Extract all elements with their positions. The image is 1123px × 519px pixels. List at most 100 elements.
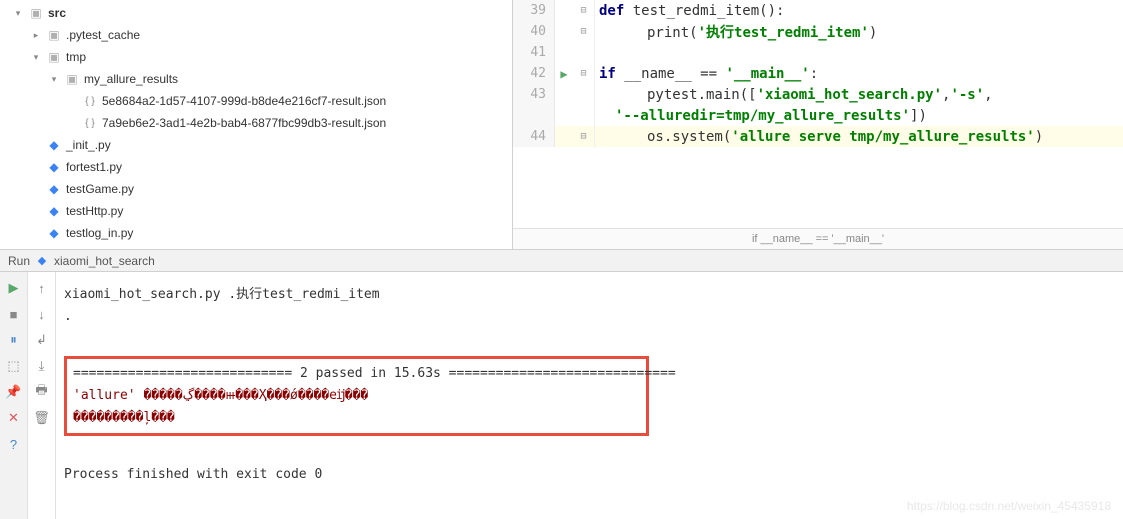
help-button[interactable]: ?: [4, 434, 24, 454]
tree-file-json[interactable]: { } 5e8684a2-1d57-4107-999d-b8de4e216cf7…: [0, 90, 512, 112]
keyword: if: [599, 66, 616, 82]
string: '-s': [950, 87, 984, 103]
line-number: 40: [513, 21, 555, 42]
code-line[interactable]: 39 ⊟ def test_redmi_item():: [513, 0, 1123, 21]
fold-icon[interactable]: ⊟: [573, 63, 595, 84]
tree-folder-allure-results[interactable]: ▾ ▣ my_allure_results: [0, 68, 512, 90]
folder-icon: ▣: [64, 71, 80, 87]
folder-icon: ▣: [28, 5, 44, 21]
project-tree[interactable]: ▾ ▣ src ▸ ▣ .pytest_cache ▾ ▣ tmp ▾ ▣ my…: [0, 0, 513, 249]
console-line: .: [64, 306, 1115, 328]
code-text: ,: [984, 87, 992, 103]
run-toolbar-right: ↑ ↓ ↲ ⤓ 🖶 🗑: [28, 272, 56, 519]
print-button[interactable]: 🖶: [32, 382, 52, 402]
string: '--alluredir=tmp/my_allure_results': [615, 108, 910, 124]
fold-icon[interactable]: ⊟: [573, 126, 595, 147]
code-line[interactable]: 43 pytest.main(['xiaomi_hot_search.py','…: [513, 84, 1123, 105]
run-config-name: xiaomi_hot_search: [54, 254, 155, 268]
python-file-icon: ◆: [46, 181, 62, 197]
tree-file-py[interactable]: ◆ _init_.py: [0, 134, 512, 156]
dump-button[interactable]: ⬚: [4, 356, 24, 376]
code-line[interactable]: '--alluredir=tmp/my_allure_results']): [513, 105, 1123, 126]
python-file-icon: ◆: [46, 247, 62, 249]
tree-label: _init_.py: [66, 138, 111, 152]
tree-label: 7a9eb6e2-3ad1-4e2b-bab4-6877fbc99db3-res…: [102, 116, 386, 130]
run-gutter-icon[interactable]: ▶: [560, 67, 567, 81]
line-number: 42: [513, 63, 555, 84]
code-line[interactable]: 42 ▶ ⊟ if __name__ == '__main__':: [513, 63, 1123, 84]
line-number: 44: [513, 126, 555, 147]
tree-label: src: [48, 6, 66, 20]
chevron-down-icon: ▾: [30, 52, 42, 63]
clear-button[interactable]: 🗑: [32, 408, 52, 428]
chevron-down-icon: ▾: [48, 74, 60, 85]
console-output[interactable]: xiaomi_hot_search.py .执行test_redmi_item …: [56, 272, 1123, 519]
folder-icon: ▣: [46, 49, 62, 65]
line-number: 41: [513, 42, 555, 63]
python-file-icon: ◆: [34, 253, 50, 269]
tree-label: .pytest_cache: [66, 28, 140, 42]
soft-wrap-button[interactable]: ↲: [32, 330, 52, 350]
stop-button[interactable]: ■: [4, 304, 24, 324]
folder-icon: ▣: [46, 27, 62, 43]
code-text: os.system(: [647, 129, 731, 145]
code-text: test_redmi_item():: [624, 3, 784, 19]
tree-file-py[interactable]: ◆ xiaomi.py: [0, 244, 512, 249]
down-button[interactable]: ↓: [32, 304, 52, 324]
python-file-icon: ◆: [46, 137, 62, 153]
tree-label: my_allure_results: [84, 72, 178, 86]
tree-label: xiaomi.py: [66, 248, 117, 249]
tree-file-py[interactable]: ◆ testlog_in.py: [0, 222, 512, 244]
tree-label: fortest1.py: [66, 160, 122, 174]
fold-icon[interactable]: ⊟: [573, 21, 595, 42]
code-editor[interactable]: 39 ⊟ def test_redmi_item(): 40 ⊟ print('…: [513, 0, 1123, 249]
json-file-icon: { }: [82, 93, 98, 109]
close-button[interactable]: ✕: [4, 408, 24, 428]
code-text: print: [647, 25, 689, 41]
chevron-down-icon: ▾: [12, 8, 24, 19]
code-text: ): [1035, 129, 1043, 145]
console-line: xiaomi_hot_search.py .执行test_redmi_item: [64, 284, 1115, 306]
rerun-button[interactable]: ▶: [4, 278, 24, 298]
tree-folder-src[interactable]: ▾ ▣ src: [0, 2, 512, 24]
highlight-annotation: ============================ 2 passed in…: [64, 356, 649, 436]
tree-label: testlog_in.py: [66, 226, 133, 240]
tree-file-py[interactable]: ◆ fortest1.py: [0, 156, 512, 178]
pause-button[interactable]: ⏸: [4, 330, 24, 350]
tree-file-json[interactable]: { } 7a9eb6e2-3ad1-4e2b-bab4-6877fbc99db3…: [0, 112, 512, 134]
code-text: ]): [910, 108, 927, 124]
tree-folder-tmp[interactable]: ▾ ▣ tmp: [0, 46, 512, 68]
code-line[interactable]: 41: [513, 42, 1123, 63]
pin-button[interactable]: 📌: [4, 382, 24, 402]
tree-file-py[interactable]: ◆ testHttp.py: [0, 200, 512, 222]
code-text: __name__ ==: [616, 66, 726, 82]
code-line-current[interactable]: 44 ⊟ os.system('allure serve tmp/my_allu…: [513, 126, 1123, 147]
tree-label: 5e8684a2-1d57-4107-999d-b8de4e216cf7-res…: [102, 94, 386, 108]
python-file-icon: ◆: [46, 203, 62, 219]
console-exit: Process finished with exit code 0: [64, 464, 1115, 486]
breadcrumb[interactable]: if __name__ == '__main__': [513, 228, 1123, 249]
json-file-icon: { }: [82, 115, 98, 131]
console-separator: ============================ 2 passed in…: [73, 363, 640, 385]
tree-folder-pytest-cache[interactable]: ▸ ▣ .pytest_cache: [0, 24, 512, 46]
run-tool-window-header[interactable]: Run ◆ xiaomi_hot_search: [0, 250, 1123, 272]
string: '执行test_redmi_item': [698, 25, 869, 41]
console-error: 'allure' �����ڲ����ⲿ���Ҳ���ǿ����еĳ���: [73, 385, 640, 407]
up-button[interactable]: ↑: [32, 278, 52, 298]
line-number: 39: [513, 0, 555, 21]
string: 'xiaomi_hot_search.py': [757, 87, 942, 103]
tree-file-py[interactable]: ◆ testGame.py: [0, 178, 512, 200]
run-toolbar-left: ▶ ■ ⏸ ⬚ 📌 ✕ ?: [0, 272, 28, 519]
code-text: pytest.main([: [647, 87, 757, 103]
line-number: 43: [513, 84, 555, 105]
keyword: def: [599, 3, 624, 19]
python-file-icon: ◆: [46, 225, 62, 241]
scroll-end-button[interactable]: ⤓: [32, 356, 52, 376]
code-line[interactable]: 40 ⊟ print('执行test_redmi_item'): [513, 21, 1123, 42]
tree-label: testHttp.py: [66, 204, 123, 218]
tree-label: tmp: [66, 50, 86, 64]
fold-icon[interactable]: ⊟: [573, 0, 595, 21]
line-number: [513, 105, 555, 126]
run-tab-label: Run: [8, 254, 30, 268]
chevron-right-icon: ▸: [30, 30, 42, 41]
